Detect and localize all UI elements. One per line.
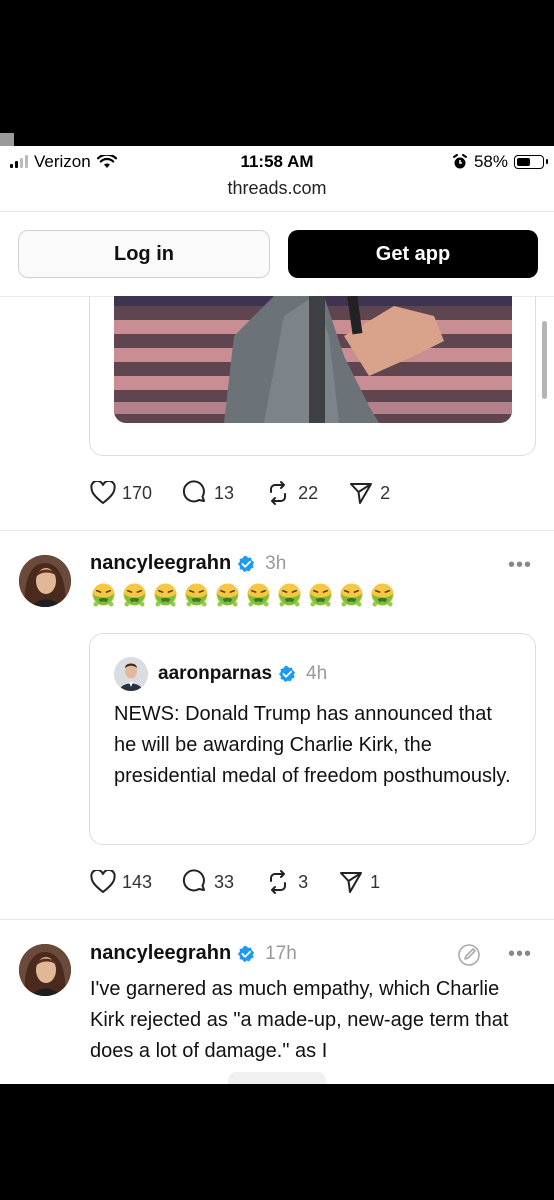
- previous-post-image[interactable]: [114, 296, 512, 423]
- emoji-row: [90, 582, 396, 609]
- like-button[interactable]: 143: [90, 870, 152, 894]
- quoted-avatar[interactable]: [114, 657, 148, 691]
- share-count: 2: [380, 482, 391, 503]
- nauseated-face-icon: [154, 583, 177, 607]
- nauseated-face-icon: [247, 583, 270, 607]
- status-bar: Verizon 11:58 AM 58%: [0, 146, 554, 176]
- auth-bar: Log in Get app: [18, 230, 538, 278]
- repost-icon: [270, 481, 287, 505]
- battery-percent: 58%: [473, 152, 508, 171]
- scrollbar[interactable]: [542, 321, 547, 399]
- previous-post-actions: 170 13 22 2: [90, 480, 420, 506]
- header-divider: [0, 211, 554, 212]
- heart-icon: [90, 481, 116, 505]
- repost-count: 22: [298, 482, 319, 503]
- share-icon: [340, 872, 363, 893]
- more-icon[interactable]: •••: [508, 554, 532, 577]
- repost-icon: [270, 870, 287, 894]
- share-count: 1: [370, 871, 381, 892]
- reply-count: 13: [214, 482, 235, 503]
- share-button[interactable]: 2: [348, 480, 390, 506]
- post-time: 17h: [265, 942, 297, 964]
- reply-button[interactable]: 13: [182, 480, 234, 506]
- verified-icon: [238, 555, 255, 572]
- battery-icon: [514, 155, 548, 169]
- reply-button[interactable]: 33: [182, 869, 234, 895]
- quoted-username[interactable]: aaronparnas: [158, 663, 272, 685]
- nauseated-face-icon: [185, 583, 208, 607]
- post-text: I've garnered as much empathy, which Cha…: [90, 978, 509, 1062]
- post-time: 3h: [265, 552, 287, 574]
- like-count: 170: [122, 482, 153, 503]
- post-actions: 143 33 3 1: [90, 869, 410, 895]
- heart-icon: [90, 870, 116, 894]
- post-header: nancyleegrahn 3h: [90, 552, 286, 575]
- alarm-icon: [452, 154, 467, 169]
- more-icon[interactable]: •••: [508, 943, 532, 966]
- quoted-post-header: aaronparnas 4h: [158, 663, 327, 685]
- edit-icon[interactable]: [457, 943, 481, 967]
- repost-count: 3: [298, 871, 309, 892]
- nauseated-face-icon: [123, 583, 146, 607]
- nauseated-face-icon: [216, 583, 239, 607]
- nauseated-face-icon: [309, 583, 332, 607]
- share-button[interactable]: 1: [338, 869, 380, 895]
- comment-icon: [182, 480, 206, 503]
- share-icon: [350, 483, 373, 504]
- quoted-post-time: 4h: [306, 663, 328, 684]
- post-divider: [0, 919, 554, 920]
- like-button[interactable]: 170: [90, 481, 152, 505]
- login-button[interactable]: Log in: [18, 230, 270, 278]
- username[interactable]: nancyleegrahn: [90, 552, 231, 575]
- battery-status: 58%: [452, 152, 548, 172]
- get-app-button[interactable]: Get app: [288, 230, 538, 278]
- post-divider: [0, 530, 554, 531]
- quoted-post-text: NEWS: Donald Trump has announced that he…: [114, 703, 511, 787]
- nauseated-face-icon: [92, 583, 115, 607]
- repost-button[interactable]: 22: [264, 480, 318, 506]
- bottom-nav-pill: [228, 1072, 326, 1084]
- repost-button[interactable]: 3: [264, 869, 308, 895]
- nauseated-face-icon: [278, 583, 301, 607]
- phone-screen: Verizon 11:58 AM 58% threads.com Log in …: [0, 146, 554, 1084]
- username[interactable]: nancyleegrahn: [90, 942, 231, 965]
- verified-icon: [278, 665, 296, 683]
- nauseated-face-icon: [340, 583, 363, 607]
- comment-icon: [182, 869, 206, 892]
- post-header: nancyleegrahn 17h: [90, 942, 297, 965]
- address-bar-url[interactable]: threads.com: [0, 178, 554, 199]
- reply-count: 33: [214, 871, 235, 892]
- verified-icon: [238, 945, 255, 962]
- avatar[interactable]: [19, 555, 71, 607]
- like-count: 143: [122, 871, 153, 892]
- nauseated-face-icon: [371, 583, 394, 607]
- avatar[interactable]: [19, 944, 71, 996]
